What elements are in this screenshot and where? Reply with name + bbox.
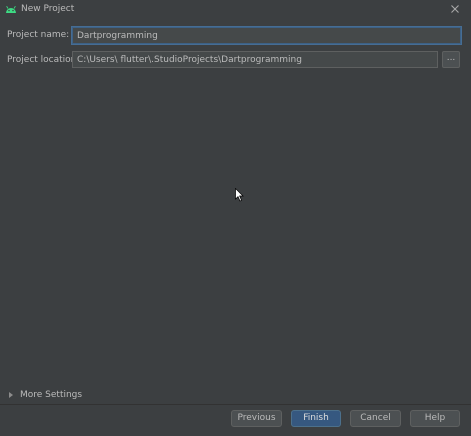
more-settings-toggle[interactable]: More Settings — [9, 389, 82, 401]
title-bar: New Project — [0, 0, 471, 20]
close-icon[interactable] — [448, 2, 462, 16]
finish-button[interactable]: Finish — [291, 410, 341, 427]
previous-button[interactable]: Previous — [231, 410, 282, 427]
footer-divider — [0, 404, 471, 405]
new-project-dialog: New Project Project name: Project locati… — [0, 0, 471, 436]
more-settings-label: More Settings — [20, 390, 83, 400]
chevron-right-icon — [9, 392, 13, 398]
project-location-input[interactable] — [72, 51, 438, 68]
dialog-title: New Project — [21, 4, 75, 14]
android-icon — [6, 5, 16, 13]
project-name-input[interactable] — [72, 27, 461, 44]
project-location-label: Project location: — [7, 55, 80, 65]
help-button[interactable]: Help — [410, 410, 460, 427]
mouse-cursor-icon — [235, 188, 244, 202]
cancel-button[interactable]: Cancel — [350, 410, 401, 427]
project-name-label: Project name: — [7, 30, 70, 40]
browse-location-button[interactable]: ... — [442, 51, 460, 68]
